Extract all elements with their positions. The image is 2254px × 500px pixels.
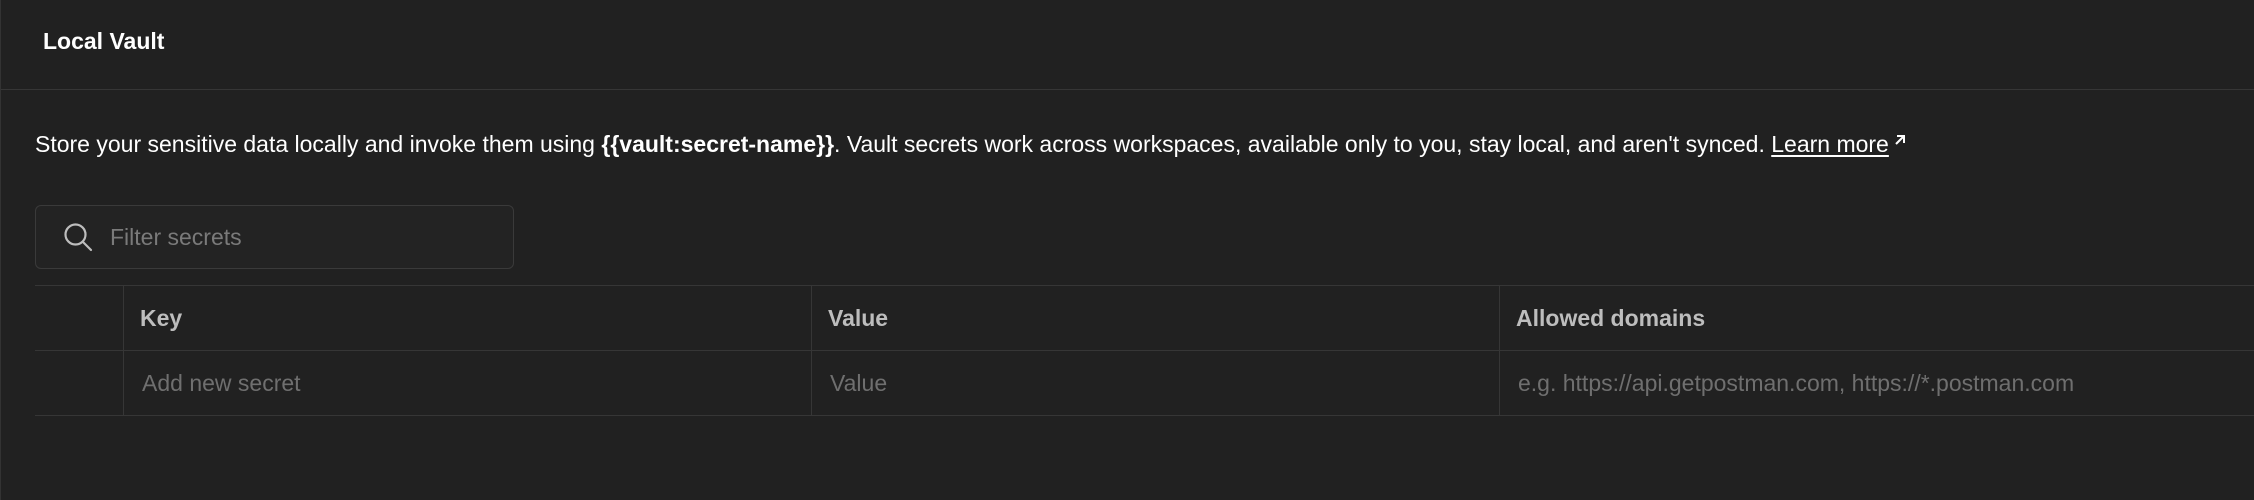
- vault-description: Store your sensitive data locally and in…: [35, 128, 1909, 160]
- column-header-key: Key: [124, 286, 812, 350]
- new-secret-domains-cell: [1500, 351, 2254, 415]
- learn-more-label: Learn more: [1771, 131, 1889, 157]
- new-secret-row: [35, 351, 2254, 416]
- new-secret-value-cell: [812, 351, 1500, 415]
- filter-secrets-input[interactable]: [110, 206, 513, 268]
- local-vault-panel: Local Vault Store your sensitive data lo…: [0, 0, 2254, 500]
- new-secret-key-cell: [124, 351, 812, 415]
- new-secret-value-input[interactable]: [812, 351, 1499, 415]
- allowed-domains-input[interactable]: [1500, 351, 2254, 415]
- vault-token-syntax: {{vault:secret-name}}: [601, 131, 835, 157]
- description-suffix: . Vault secrets work across workspaces, …: [834, 131, 1772, 157]
- new-row-select-cell: [35, 351, 124, 415]
- filter-secrets-field[interactable]: [35, 205, 514, 269]
- page-title: Local Vault: [43, 28, 165, 54]
- column-header-value: Value: [812, 286, 1500, 350]
- table-header-row: Key Value Allowed domains: [35, 286, 2254, 351]
- description-prefix: Store your sensitive data locally and in…: [35, 131, 602, 157]
- external-arrow-icon: [1895, 135, 1905, 145]
- panel-header: Local Vault: [1, 0, 2254, 90]
- secrets-table: Key Value Allowed domains: [35, 285, 2254, 416]
- new-secret-key-input[interactable]: [124, 351, 811, 415]
- search-icon: [64, 223, 93, 252]
- learn-more-link[interactable]: Learn more: [1771, 131, 1909, 157]
- select-column-header: [35, 286, 124, 350]
- column-header-allowed-domains: Allowed domains: [1516, 304, 1706, 331]
